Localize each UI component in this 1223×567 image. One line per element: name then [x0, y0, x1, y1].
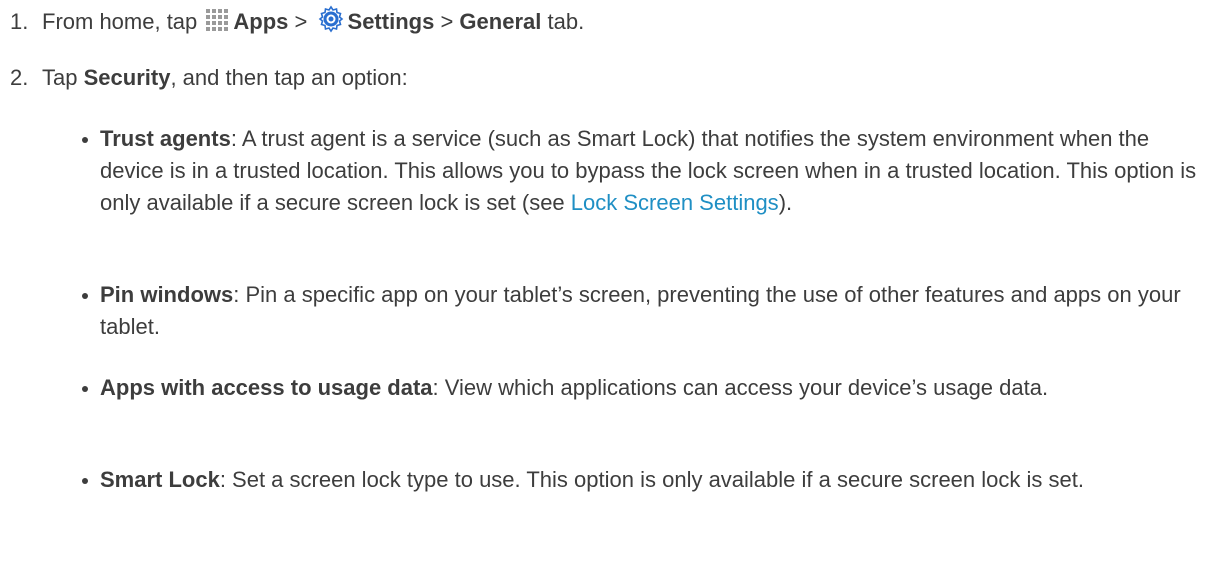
step-text: Tap: [42, 65, 78, 90]
separator: >: [294, 9, 308, 34]
step-number: 1.: [10, 9, 29, 34]
apps-label: Apps: [233, 9, 289, 34]
bullet-icon: [82, 386, 88, 392]
list-item: Smart Lock: Set a screen lock type to us…: [78, 464, 1084, 496]
settings-gear-icon: [316, 4, 346, 43]
option-description: : View which applications can access you…: [432, 375, 1049, 400]
option-term: Pin windows: [100, 282, 234, 307]
bullet-icon: [82, 478, 88, 484]
step-1: 1. From home, tap Apps > Settings > Gene…: [10, 4, 584, 43]
general-label: General: [459, 9, 542, 34]
option-term: Smart Lock: [100, 467, 220, 492]
list-item: Trust agents: A trust agent is a service…: [78, 123, 1218, 219]
step-number: 2.: [10, 65, 29, 90]
option-description-end: ).: [778, 190, 793, 215]
step-2: 2. Tap Security, and then tap an option:: [10, 62, 408, 94]
apps-grid-icon: [205, 8, 231, 43]
step-text-end: , and then tap an option:: [170, 65, 408, 90]
list-item: Apps with access to usage data: View whi…: [78, 372, 1048, 404]
separator: >: [440, 9, 454, 34]
bullet-icon: [82, 293, 88, 299]
security-label: Security: [83, 65, 171, 90]
step-text: From home, tap: [42, 9, 198, 34]
option-description: : Pin a specific app on your tablet’s sc…: [100, 282, 1181, 339]
option-description: : Set a screen lock type to use. This op…: [219, 467, 1084, 492]
document-page: 1. From home, tap Apps > Settings > Gene…: [0, 0, 1223, 567]
option-term: Trust agents: [100, 126, 231, 151]
bullet-icon: [82, 137, 88, 143]
step-text-end: tab.: [547, 9, 585, 34]
option-term: Apps with access to usage data: [100, 375, 433, 400]
list-item: Pin windows: Pin a specific app on your …: [78, 279, 1218, 343]
settings-label: Settings: [347, 9, 435, 34]
lock-screen-settings-link[interactable]: Lock Screen Settings: [571, 190, 779, 215]
